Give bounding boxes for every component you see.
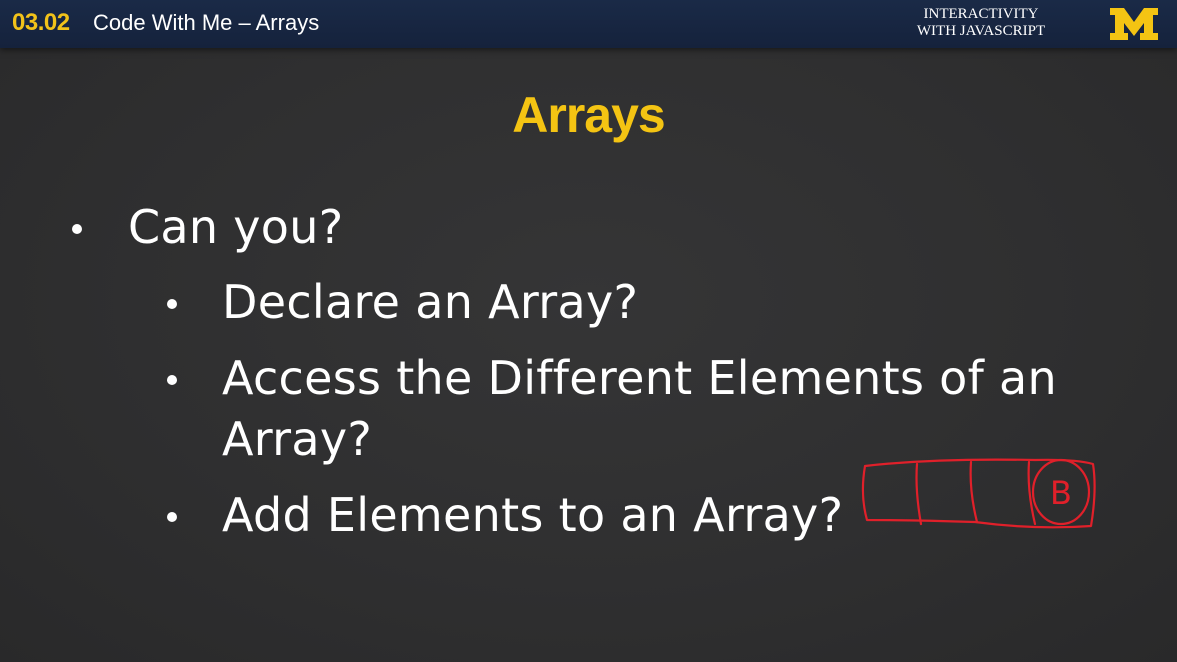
course-name: INTERACTIVITY WITH JAVASCRIPT: [881, 6, 1081, 40]
annotation-letter: B: [1050, 474, 1072, 512]
sub-bullet-access-continued: Array?: [222, 412, 373, 466]
lesson-title: Code With Me – Arrays: [93, 10, 320, 35]
sub-bullet-dot: [167, 512, 177, 522]
header-bar: 03.02 Code With Me – Arrays INTERACTIVIT…: [0, 0, 1177, 48]
bullet-dot: [72, 224, 82, 234]
lesson-number: 03.02: [12, 9, 70, 36]
sub-bullet-declare: Declare an Array?: [222, 275, 639, 329]
course-name-line2: WITH JAVASCRIPT: [916, 23, 1046, 39]
sub-bullet-add: Add Elements to an Array?: [222, 488, 844, 542]
course-name-line1: INTERACTIVITY: [923, 6, 1039, 22]
array-sketch: B: [861, 458, 1096, 529]
sub-bullet-access: Access the Different Elements of an: [222, 351, 1057, 405]
university-logo: [1110, 8, 1158, 40]
slide-frame: 03.02 Code With Me – Arrays INTERACTIVIT…: [0, 0, 1177, 662]
slide-title: Arrays: [512, 87, 665, 143]
bullet-question: Can you?: [128, 200, 344, 254]
sub-bullet-dot: [167, 299, 177, 309]
sub-bullet-dot: [167, 375, 177, 385]
